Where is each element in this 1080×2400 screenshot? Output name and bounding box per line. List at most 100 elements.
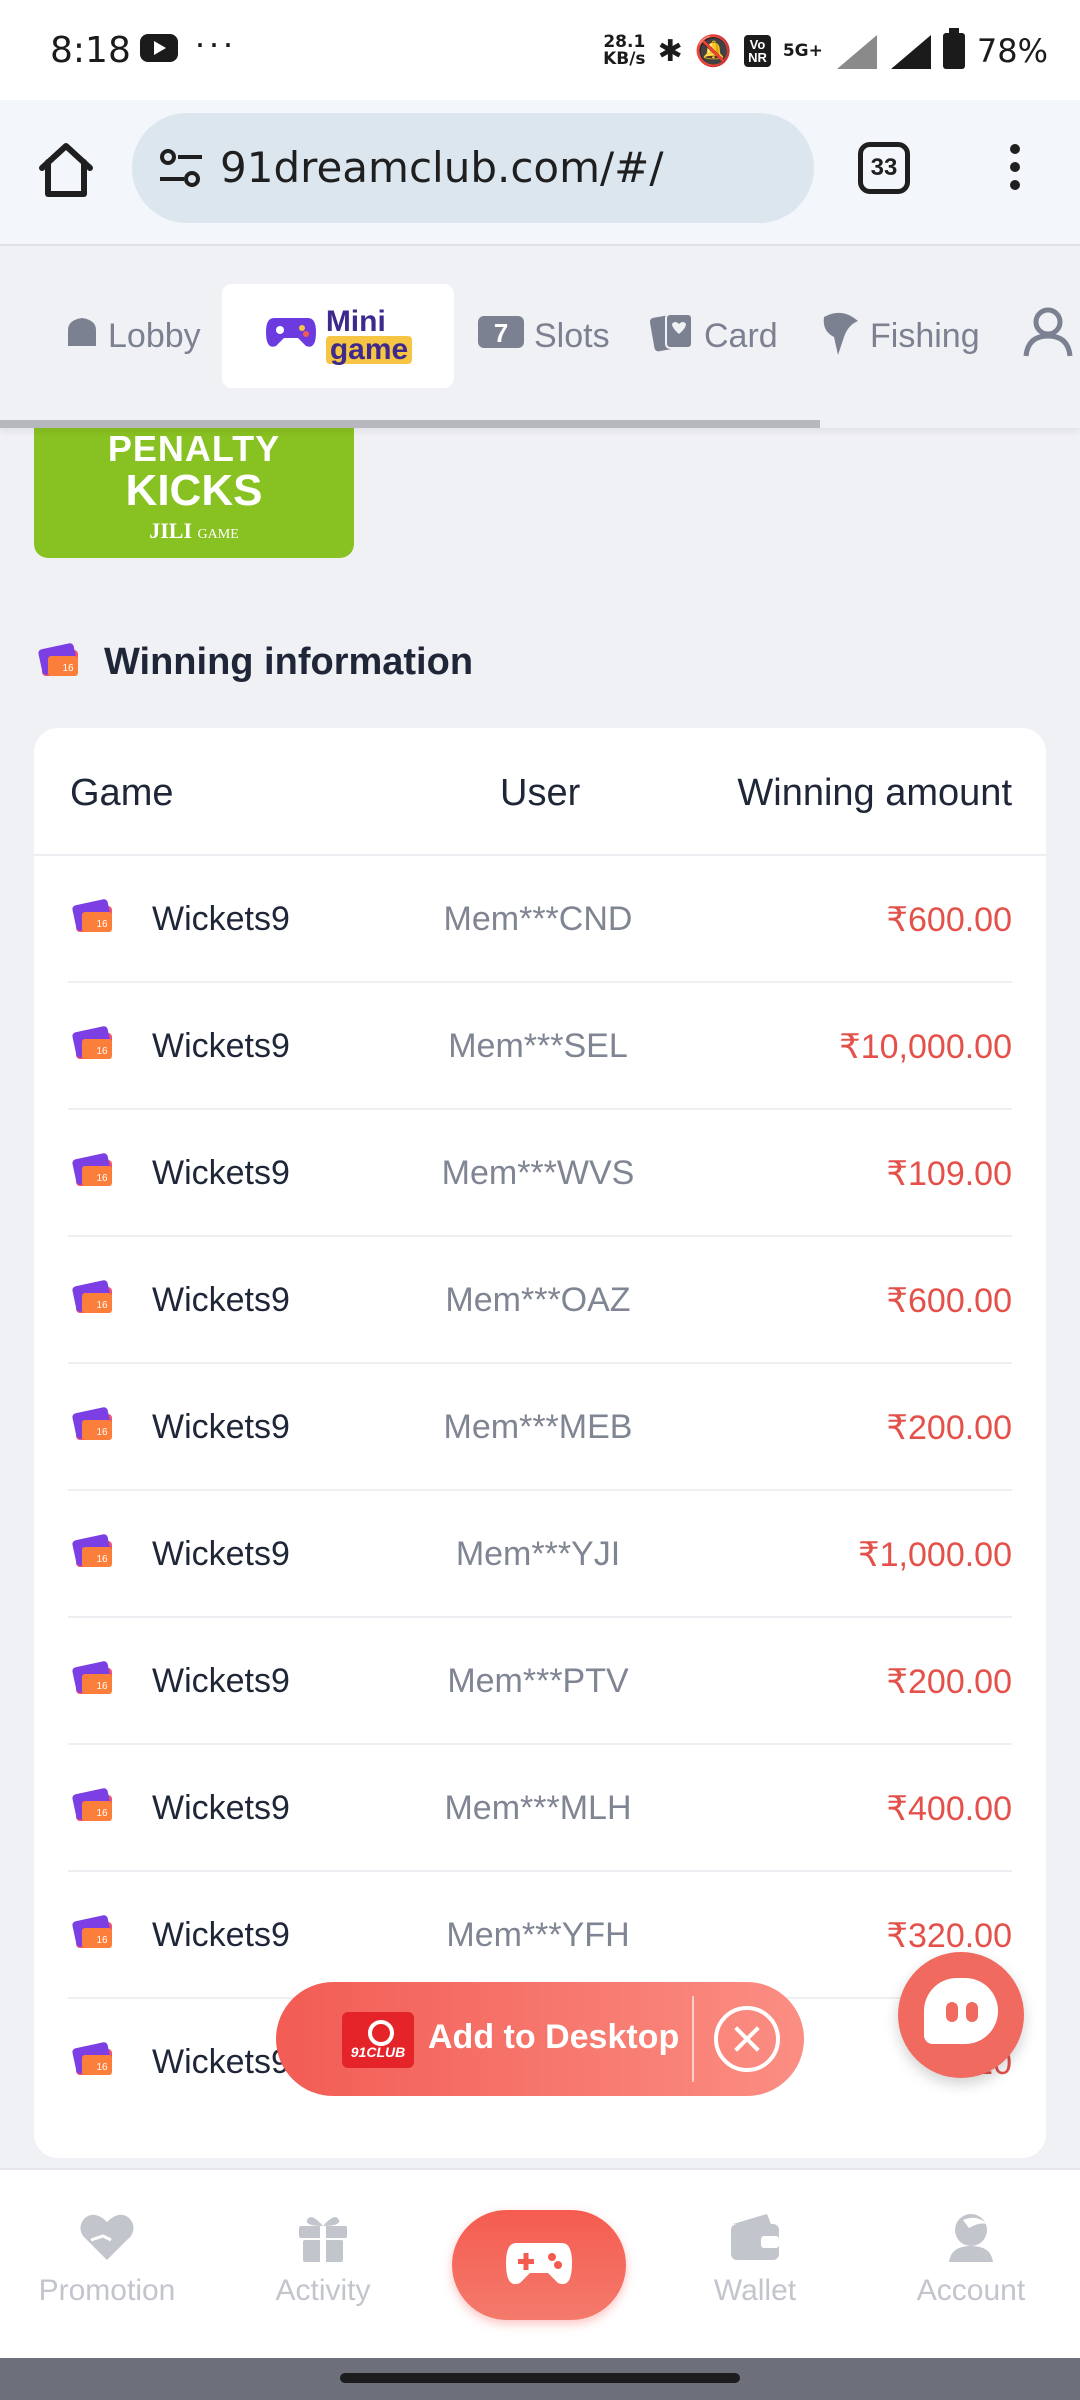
game-tile-penalty-kicks[interactable]: PENALTY KICKS JILI GAME — [34, 428, 354, 558]
gamepad-icon — [506, 2243, 572, 2285]
tab-switcher-button[interactable]: 33 — [858, 142, 910, 194]
row-game: Wickets9 — [152, 1027, 290, 1065]
add-to-desktop-label[interactable]: Add to Desktop — [428, 2018, 679, 2057]
table-row: 16 Wickets9 Mem***YFH ₹320.00 — [68, 1872, 1012, 1999]
network-type: 5G+ — [782, 40, 823, 61]
nav-games-button[interactable] — [452, 2210, 626, 2320]
network-speed: 28.1 KB/s — [603, 32, 646, 69]
table-row: 16 Wickets9 Mem***MEB ₹200.00 — [68, 1364, 1012, 1491]
row-game: Wickets9 — [152, 900, 290, 938]
game-ticket-icon: 16 — [72, 1912, 118, 1957]
row-game: Wickets9 — [152, 1281, 290, 1319]
tile-title-line2: KICKS — [125, 466, 263, 515]
bottom-navigation: Promotion Activity Wallet Account — [0, 2168, 1080, 2358]
row-amount: ₹109.00 — [886, 1155, 1012, 1193]
lobby-icon — [64, 314, 100, 359]
overflow-menu-icon[interactable] — [1000, 140, 1030, 200]
svg-text:7: 7 — [494, 318, 508, 348]
slot-seven-icon: 7 — [476, 312, 526, 361]
row-user: Mem***YFH — [446, 1916, 630, 1954]
winning-title: Winning information — [104, 641, 474, 683]
add-to-desktop-banner[interactable]: 91CLUB Add to Desktop — [276, 1982, 804, 2096]
svg-text:16: 16 — [96, 919, 108, 930]
row-user: Mem***YJI — [455, 1535, 621, 1573]
row-amount: ₹400.00 — [886, 1790, 1012, 1828]
svg-text:16: 16 — [96, 2062, 108, 2073]
column-user: User — [500, 772, 581, 814]
status-bar: 8:18 ··· 28.1 KB/s ✱ 🔕 Vo NR 5G+ 78% — [0, 0, 1080, 100]
row-amount: ₹200.00 — [886, 1663, 1012, 1701]
nav-promotion-label: Promotion — [38, 2274, 176, 2307]
tab-lobby[interactable]: Lobby — [64, 284, 201, 388]
tile-title-line1: PENALTY — [107, 428, 281, 469]
home-gesture-handle[interactable] — [340, 2373, 740, 2383]
nav-account-label: Account — [916, 2274, 1026, 2307]
nav-promotion[interactable]: Promotion — [12, 2210, 202, 2308]
game-ticket-icon: 16 — [72, 896, 118, 941]
more-notifications-icon: ··· — [194, 22, 236, 63]
gamepad-icon — [264, 312, 318, 361]
row-user: Mem***MLH — [444, 1789, 632, 1827]
nav-account[interactable]: Account — [876, 2210, 1066, 2308]
row-amount: ₹1,000.00 — [858, 1536, 1012, 1574]
gift-icon — [299, 2217, 347, 2262]
signal-icon-sim1 — [835, 33, 877, 69]
row-user: Mem***MEB — [443, 1408, 633, 1446]
row-game: Wickets9 — [152, 1789, 290, 1827]
system-gesture-bar — [0, 2358, 1080, 2400]
row-user: Mem***PTV — [447, 1662, 629, 1700]
svg-text:16: 16 — [96, 1681, 108, 1692]
game-ticket-icon: 16 — [72, 1785, 118, 1830]
row-amount: ₹600.00 — [886, 901, 1012, 939]
status-time: 8:18 — [50, 30, 131, 71]
tab-slots[interactable]: 7 Slots — [476, 284, 610, 388]
url-text[interactable]: 91dreamclub.com/#/ — [220, 143, 664, 192]
club-logo: 91CLUB — [342, 2012, 414, 2068]
site-settings-icon[interactable] — [158, 147, 204, 189]
nav-wallet-label: Wallet — [713, 2274, 797, 2307]
close-icon[interactable] — [714, 2006, 780, 2072]
browser-toolbar: 91dreamclub.com/#/ 33 — [0, 100, 1080, 246]
row-user: Mem***OAZ — [445, 1281, 631, 1319]
address-bar[interactable]: 91dreamclub.com/#/ — [132, 113, 814, 223]
nav-activity[interactable]: Activity — [228, 2210, 418, 2308]
column-amount: Winning amount — [737, 772, 1012, 814]
wallet-icon — [731, 2214, 779, 2260]
winning-section-header: 16 Winning information — [38, 640, 473, 685]
table-row: 16 Wickets9 Mem***SEL ₹10,000.00 — [68, 983, 1012, 1110]
svg-text:16: 16 — [62, 663, 74, 674]
tile-brand: JILI GAME — [149, 518, 239, 543]
svg-text:16: 16 — [96, 1173, 108, 1184]
svg-text:16: 16 — [96, 1554, 108, 1565]
game-ticket-icon: 16 — [72, 1023, 118, 1068]
tab-fishing[interactable]: Fishing — [818, 284, 980, 388]
svg-text:16: 16 — [96, 1300, 108, 1311]
game-ticket-icon: 16 — [72, 1404, 118, 1449]
youtube-icon — [140, 34, 178, 62]
casino-dealer-icon — [1018, 306, 1078, 367]
row-game: Wickets9 — [152, 1535, 290, 1573]
game-ticket-icon: 16 — [72, 1658, 118, 1703]
game-ticket-icon: 16 — [72, 2039, 118, 2084]
tab-card[interactable]: Card — [649, 284, 778, 388]
home-icon[interactable] — [34, 138, 98, 202]
tab-minigame[interactable]: Mini game — [222, 284, 454, 388]
ticket-icon: 16 — [38, 640, 84, 685]
battery-percent: 78% — [976, 32, 1048, 70]
table-body: 16 Wickets9 Mem***CND ₹600.00 16 Wickets9 Mem*… — [34, 856, 1046, 2126]
chat-icon — [924, 1978, 998, 2044]
svg-text:16: 16 — [96, 1808, 108, 1819]
row-amount: ₹200.00 — [886, 1409, 1012, 1447]
tab-more-partial[interactable] — [1018, 284, 1078, 388]
table-header: Game User Winning amount — [34, 728, 1046, 856]
support-chat-button[interactable] — [898, 1952, 1024, 2078]
game-ticket-icon: 16 — [72, 1150, 118, 1195]
nav-wallet[interactable]: Wallet — [660, 2210, 850, 2308]
category-tabs: Lobby Mini game 7 Slots Card Fishing — [0, 248, 1080, 428]
volte-icon: Vo NR — [744, 35, 771, 67]
table-row: 16 Wickets9 Mem***OAZ ₹600.00 — [68, 1237, 1012, 1364]
game-ticket-icon: 16 — [72, 1277, 118, 1322]
bluetooth-icon: ✱ — [657, 33, 683, 69]
row-game: Wickets9 — [152, 1662, 290, 1700]
table-row: 16 Wickets9 Mem***YJI ₹1,000.00 — [68, 1491, 1012, 1618]
